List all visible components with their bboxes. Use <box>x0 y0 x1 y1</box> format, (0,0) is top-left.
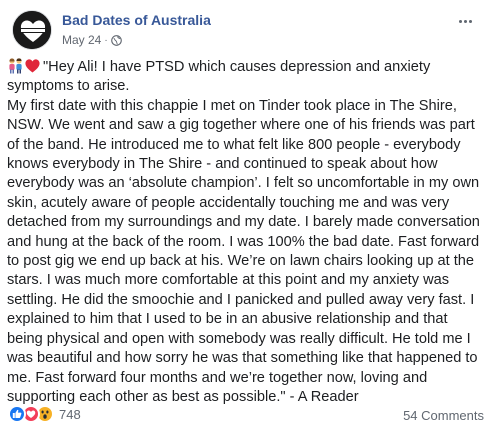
like-icon <box>8 405 26 423</box>
post-line-2: symptoms to arise. <box>7 78 130 95</box>
post-body: "Hey Ali! I have PTSD which causes depre… <box>7 57 489 407</box>
post-line-4: NSW. We went and saw a gig together wher… <box>7 117 475 134</box>
post-line-3: My first date with this chappie I met on… <box>7 97 457 114</box>
post-line-15: being physical and open with somebody wa… <box>7 330 471 347</box>
post-line-17: me. Fast forward four months and we’re t… <box>7 369 428 386</box>
reaction-count: 748 <box>59 406 81 422</box>
post-timestamp[interactable]: May 24 <box>62 33 101 47</box>
page-avatar[interactable] <box>12 10 52 50</box>
post-line-11: to post gig we end up back at his. We’re… <box>7 253 475 270</box>
post-line-16: was beautiful and how sorry he was that … <box>7 350 478 367</box>
post-line-10: and hung at the back of the room. I was … <box>7 233 480 250</box>
post-footer: 748 54 Comments <box>8 405 484 427</box>
more-options-icon[interactable] <box>454 12 476 30</box>
post-line-13: settling. He did the smoochie and I pani… <box>7 291 475 308</box>
post-line-8: skin, acutely aware of people accidental… <box>7 194 450 211</box>
post-line-9: detached from my surroundings and my dat… <box>7 214 480 231</box>
red-heart-icon <box>25 59 40 73</box>
post-line-6: knows everybody in The Shire - and conti… <box>7 156 438 173</box>
comments-link[interactable]: 54 Comments <box>403 408 484 423</box>
post-line-1: "Hey Ali! I have PTSD which causes depre… <box>7 57 489 77</box>
post-line-14: explained to him that I used to be in an… <box>7 311 448 328</box>
meta-separator: · <box>104 34 108 46</box>
page-logo-icon <box>13 11 51 49</box>
page-name-link[interactable]: Bad Dates of Australia <box>62 12 211 28</box>
post-meta: May 24 · <box>62 33 122 47</box>
reactions-summary[interactable]: 748 <box>8 405 81 423</box>
couple-icon <box>9 58 22 74</box>
globe-icon[interactable] <box>110 34 122 46</box>
post-line-5: of the band. He introduced me to what fe… <box>7 136 461 153</box>
post-line-12: stars. I was much more comfortable at th… <box>7 272 450 289</box>
post-line-7: everybody was an ‘absolute champion’. I … <box>7 175 480 192</box>
post-header: Bad Dates of Australia May 24 · <box>12 10 480 50</box>
lead-emoji <box>7 57 41 74</box>
